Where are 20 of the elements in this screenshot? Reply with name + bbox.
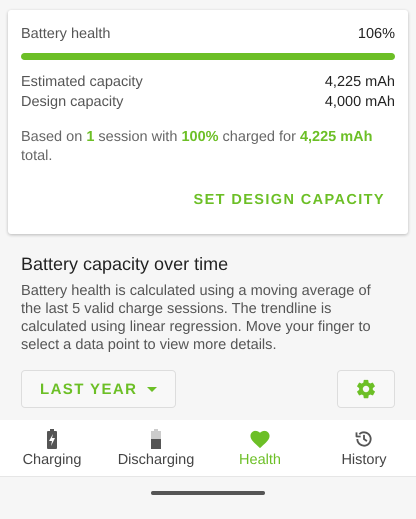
capacity-label: Design capacity — [21, 93, 124, 112]
nav-tab[interactable]: History — [312, 420, 416, 476]
settings-button[interactable] — [337, 370, 395, 408]
health-label: Battery health — [21, 25, 110, 44]
capacity-value: 4,000 mAh — [324, 93, 395, 112]
nav-tab[interactable]: Discharging — [104, 420, 208, 476]
nav-tab[interactable]: Charging — [0, 420, 104, 476]
summary-text: Based on 1 session with 100% charged for 4,225 mAh total. — [21, 128, 374, 166]
health-value: 106% — [358, 25, 395, 44]
battery-charging-icon — [47, 428, 57, 448]
gesture-handle[interactable] — [151, 491, 265, 495]
battery-icon — [151, 428, 161, 448]
section-description: Battery health is calculated using a moving average of the last 5 valid charge sessions. The trendline is calculated using linear regression. Move your finger to select a data point to view more details. — [21, 282, 372, 354]
caret-icon — [147, 386, 158, 392]
capacity-label: Estimated capacity — [21, 73, 143, 92]
capacity-value: 4,225 mAh — [324, 73, 395, 92]
settings-icon — [355, 378, 377, 400]
heart-icon — [249, 428, 271, 448]
history-icon — [354, 428, 374, 448]
section-title: Battery capacity over time — [21, 254, 230, 275]
